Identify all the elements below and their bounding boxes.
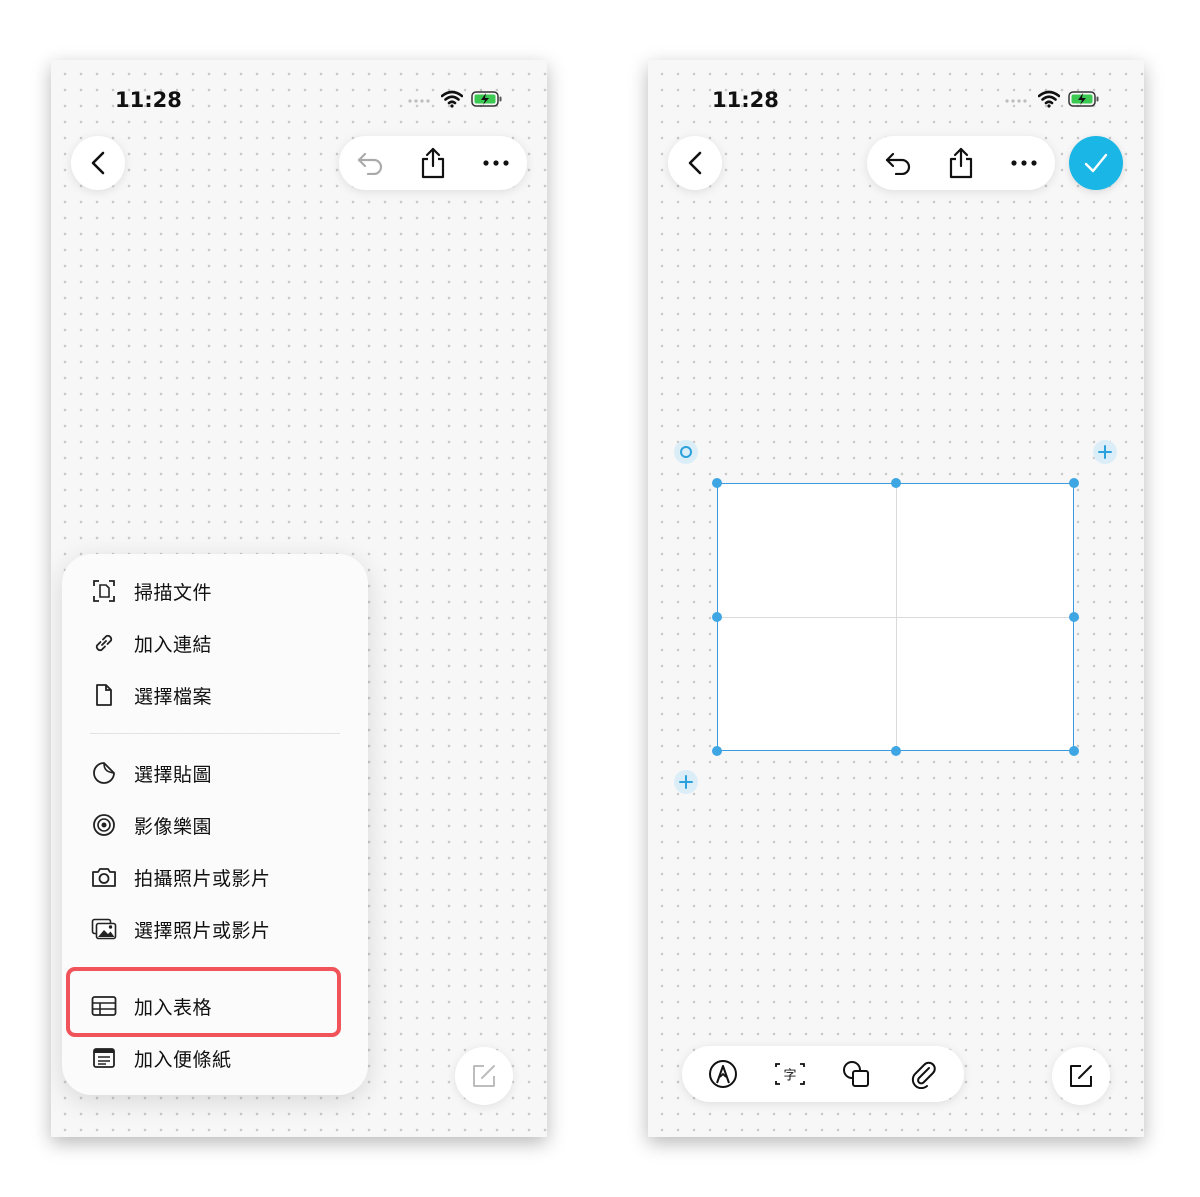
compose-button[interactable] (1052, 1047, 1110, 1105)
right-phone-screen: 11:28 字 (648, 60, 1144, 1137)
resize-handle-top-center[interactable] (891, 478, 901, 488)
scan-document-icon (90, 577, 118, 605)
back-button[interactable] (668, 136, 722, 190)
more-button[interactable] (997, 136, 1051, 190)
svg-text:字: 字 (783, 1069, 796, 1084)
plus-icon (679, 775, 693, 789)
undo-icon (886, 152, 911, 175)
share-icon (949, 147, 973, 179)
compose-icon (1070, 1065, 1092, 1087)
menu-item-image-playground[interactable]: 影像樂園 (90, 810, 212, 840)
more-icon (1011, 160, 1037, 166)
undo-icon (358, 152, 383, 175)
menu-item-label: 影像樂園 (134, 816, 213, 838)
menu-divider (90, 733, 340, 734)
pen-tool-button[interactable] (696, 1047, 750, 1101)
compose-icon (473, 1065, 495, 1087)
status-time: 11:28 (712, 88, 779, 112)
menu-item-choose-sticker[interactable]: 選擇貼圖 (90, 758, 212, 788)
undo-button[interactable] (871, 136, 925, 190)
menu-item-label: 拍攝照片或影片 (134, 868, 271, 890)
file-icon (90, 681, 118, 709)
status-icons (1004, 90, 1100, 108)
shapes-icon (843, 1061, 870, 1087)
circle-handle-icon (680, 446, 692, 458)
text-box-icon: 字 (774, 1063, 805, 1085)
status-icons (407, 90, 503, 108)
menu-item-take-photo[interactable]: 拍攝照片或影片 (90, 862, 271, 892)
share-icon (421, 147, 445, 179)
menu-item-label: 掃描文件 (134, 582, 213, 604)
resize-handle-bottom-center[interactable] (891, 746, 901, 756)
compose-button[interactable] (455, 1047, 513, 1105)
checkmark-icon (1084, 153, 1108, 173)
image-playground-icon (90, 811, 118, 839)
more-icon (483, 160, 509, 166)
top-toolbar (867, 136, 1055, 190)
menu-item-label: 加入連結 (134, 634, 213, 656)
menu-item-scan-document[interactable]: 掃描文件 (90, 576, 212, 606)
attachment-tool-button[interactable] (896, 1047, 950, 1101)
table-row-divider (718, 617, 1073, 618)
battery-charging-icon (1068, 91, 1099, 107)
resize-handle-middle-right[interactable] (1069, 612, 1079, 622)
menu-item-choose-file[interactable]: 選擇檔案 (90, 680, 212, 710)
photo-library-icon (90, 915, 118, 943)
more-button[interactable] (469, 136, 523, 190)
share-button[interactable] (934, 136, 988, 190)
menu-item-label: 選擇貼圖 (134, 764, 213, 786)
sticky-note-icon (90, 1044, 118, 1072)
menu-item-label: 選擇檔案 (134, 686, 213, 708)
camera-icon (90, 863, 118, 891)
resize-handle-bottom-left[interactable] (712, 746, 722, 756)
menu-item-add-sticky-note[interactable]: 加入便條紙 (90, 1043, 232, 1073)
share-button[interactable] (406, 136, 460, 190)
cellular-signal-icon (1005, 99, 1027, 103)
add-row-button[interactable] (674, 770, 698, 794)
battery-charging-icon (471, 91, 502, 107)
shapes-tool-button[interactable] (829, 1047, 883, 1101)
resize-handle-middle-left[interactable] (712, 612, 722, 622)
wifi-icon (1038, 90, 1060, 108)
done-button[interactable] (1069, 136, 1123, 190)
resize-handle-top-right[interactable] (1069, 478, 1079, 488)
menu-item-add-link[interactable]: 加入連結 (90, 628, 212, 658)
pen-icon (709, 1060, 738, 1088)
attachment-icon (911, 1061, 936, 1089)
plus-icon (1098, 445, 1112, 459)
sticker-icon (90, 759, 118, 787)
text-box-tool-button[interactable]: 字 (763, 1047, 817, 1101)
status-time: 11:28 (115, 88, 182, 112)
menu-item-choose-photo[interactable]: 選擇照片或影片 (90, 914, 271, 944)
table-move-handle[interactable] (674, 440, 698, 464)
left-phone-screen: 11:28 掃描文件 加入連結 選擇檔案 選擇貼圖 影像樂園 拍攝照片或影片 選… (51, 60, 547, 1137)
chevron-left-icon (91, 151, 105, 175)
resize-handle-top-left[interactable] (712, 478, 722, 488)
inserted-table[interactable] (717, 483, 1074, 751)
menu-item-label: 選擇照片或影片 (134, 920, 271, 942)
resize-handle-bottom-right[interactable] (1069, 746, 1079, 756)
cellular-signal-icon (408, 99, 430, 103)
menu-item-label: 加入便條紙 (134, 1049, 232, 1071)
wifi-icon (441, 90, 463, 108)
top-toolbar (339, 136, 527, 190)
chevron-left-icon (688, 151, 702, 175)
undo-button[interactable] (343, 136, 397, 190)
bottom-toolbar: 字 (682, 1046, 964, 1102)
add-column-button[interactable] (1093, 440, 1117, 464)
link-icon (90, 629, 118, 657)
back-button[interactable] (71, 136, 125, 190)
highlight-annotation-box (66, 967, 341, 1037)
